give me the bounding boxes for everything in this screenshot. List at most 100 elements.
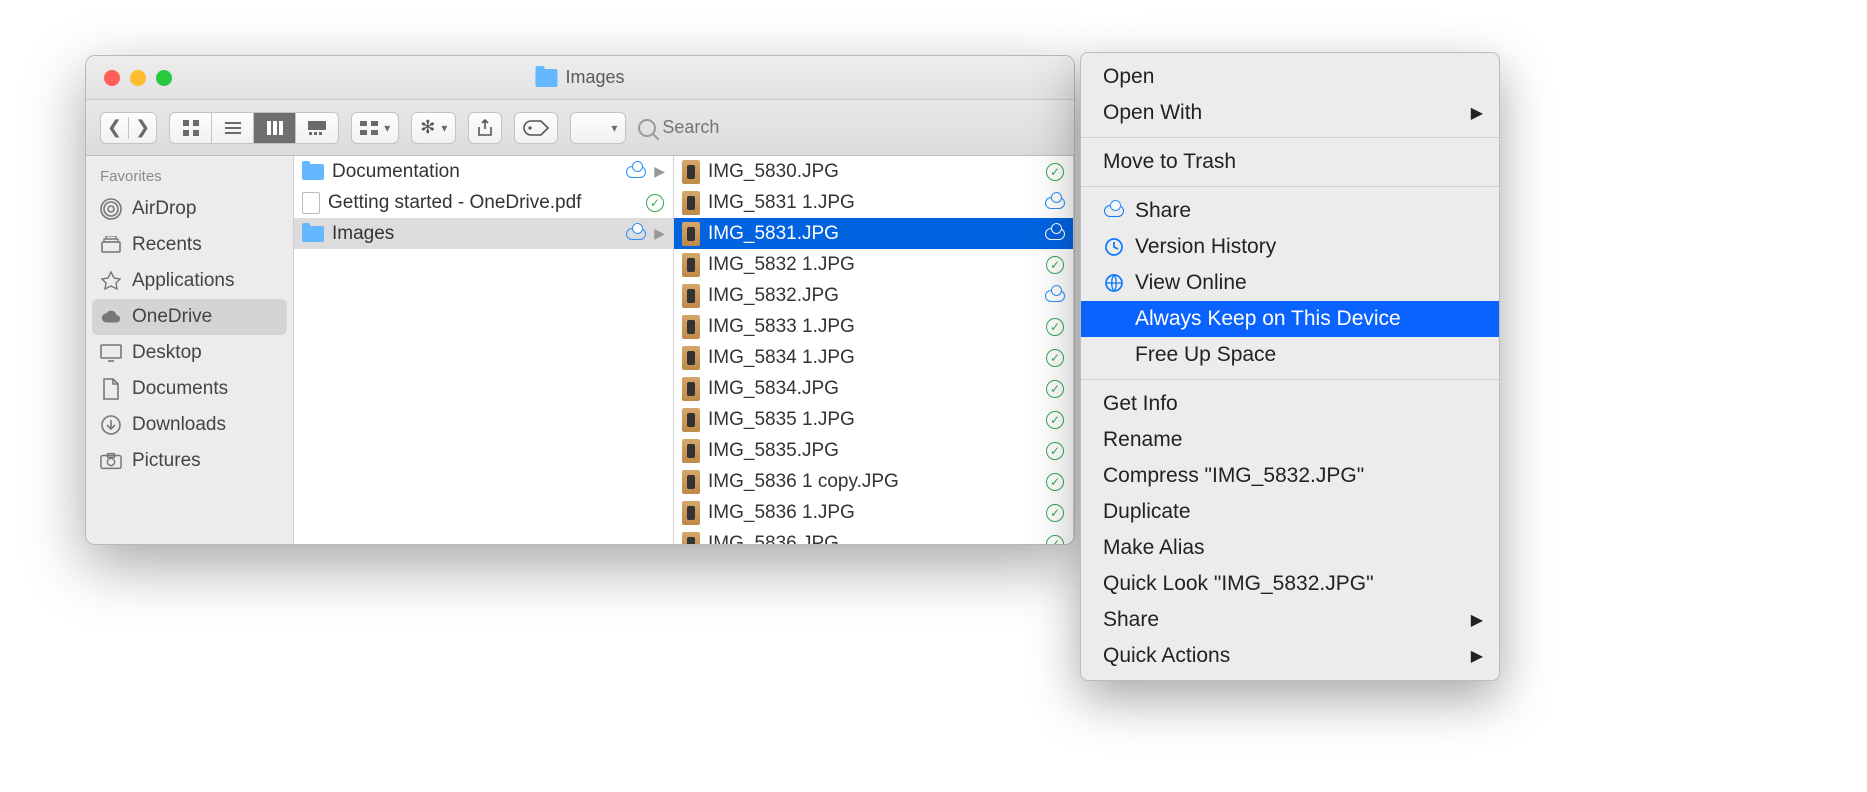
synced-check-icon: ✓ — [1045, 534, 1065, 545]
file-row[interactable]: IMG_5836 1 copy.JPG✓ — [674, 466, 1073, 497]
ctx-view-online[interactable]: View Online — [1081, 265, 1499, 301]
file-row[interactable]: IMG_5830.JPG ✓ — [674, 156, 1073, 187]
file-row[interactable]: IMG_5834.JPG✓ — [674, 373, 1073, 404]
file-name: IMG_5832 1.JPG — [708, 254, 1037, 276]
cloud-icon — [1045, 286, 1065, 306]
cloud-icon — [626, 162, 646, 182]
tags-button[interactable] — [514, 112, 558, 144]
file-name: IMG_5832.JPG — [708, 285, 1037, 307]
sidebar-item-label: Applications — [132, 270, 234, 292]
synced-check-icon: ✓ — [1045, 379, 1065, 399]
image-thumbnail — [682, 191, 700, 215]
sidebar-item-applications[interactable]: Applications — [86, 263, 293, 299]
cloud-icon — [1103, 205, 1125, 217]
chevron-right-icon: ▶ — [654, 225, 665, 242]
ctx-free-space[interactable]: Free Up Space — [1081, 337, 1499, 373]
file-row[interactable]: IMG_5836.JPG✓ — [674, 528, 1073, 544]
image-thumbnail — [682, 439, 700, 463]
gear-icon: ✻ — [420, 117, 435, 138]
separator — [1081, 137, 1499, 138]
ctx-share-cloud[interactable]: Share — [1081, 193, 1499, 229]
sidebar-item-airdrop[interactable]: AirDrop — [86, 191, 293, 227]
maximize-button[interactable] — [156, 70, 172, 86]
ctx-open-with[interactable]: Open With▶ — [1081, 95, 1499, 131]
file-name: IMG_5830.JPG — [708, 161, 1037, 183]
ctx-always-keep[interactable]: Always Keep on This Device — [1081, 301, 1499, 337]
forward-button[interactable]: ❯ — [129, 117, 156, 138]
ctx-share[interactable]: Share▶ — [1081, 602, 1499, 638]
toolbar: ❮ ❯ ▾ ✻▾ ▾ — [86, 100, 1074, 156]
arrange-button[interactable]: ▾ — [351, 112, 399, 144]
view-icon-columns[interactable] — [254, 113, 296, 143]
synced-check-icon: ✓ — [1045, 162, 1065, 182]
search-input[interactable] — [662, 117, 732, 138]
ctx-duplicate[interactable]: Duplicate — [1081, 494, 1499, 530]
ctx-trash[interactable]: Move to Trash — [1081, 144, 1499, 180]
file-name: Getting started - OneDrive.pdf — [328, 192, 637, 214]
file-row[interactable]: IMG_5831 1.JPG — [674, 187, 1073, 218]
action-button[interactable]: ✻▾ — [411, 112, 456, 144]
minimize-button[interactable] — [130, 70, 146, 86]
search-icon — [638, 119, 656, 137]
search-field — [638, 117, 732, 138]
pictures-icon — [100, 451, 122, 471]
ctx-quick-look[interactable]: Quick Look "IMG_5832.JPG" — [1081, 566, 1499, 602]
sidebar-item-downloads[interactable]: Downloads — [86, 407, 293, 443]
back-button[interactable]: ❮ — [101, 117, 128, 138]
pdf-icon — [302, 192, 320, 214]
image-thumbnail — [682, 346, 700, 370]
sidebar-item-label: Documents — [132, 378, 228, 400]
view-mode-segment — [169, 112, 339, 144]
view-icon-grid[interactable] — [170, 113, 212, 143]
image-thumbnail — [682, 315, 700, 339]
window-title-text: Images — [565, 67, 624, 88]
sidebar-item-pictures[interactable]: Pictures — [86, 443, 293, 479]
ctx-compress[interactable]: Compress "IMG_5832.JPG" — [1081, 458, 1499, 494]
file-row[interactable]: IMG_5832 1.JPG✓ — [674, 249, 1073, 280]
applications-icon — [100, 271, 122, 291]
sidebar-item-onedrive[interactable]: OneDrive — [92, 299, 287, 335]
cloud-icon — [100, 307, 122, 327]
view-icon-list[interactable] — [212, 113, 254, 143]
separator — [1081, 186, 1499, 187]
sidebar-item-documents[interactable]: Documents — [86, 371, 293, 407]
view-icon-gallery[interactable] — [296, 113, 338, 143]
file-row[interactable]: IMG_5835 1.JPG✓ — [674, 404, 1073, 435]
traffic-lights — [104, 70, 172, 86]
file-name: IMG_5833 1.JPG — [708, 316, 1037, 338]
sidebar-item-recents[interactable]: Recents — [86, 227, 293, 263]
ctx-get-info[interactable]: Get Info — [1081, 386, 1499, 422]
ctx-open[interactable]: Open — [1081, 59, 1499, 95]
file-row[interactable]: IMG_5834 1.JPG✓ — [674, 342, 1073, 373]
file-row[interactable]: IMG_5833 1.JPG ✓ — [674, 311, 1073, 342]
file-row[interactable]: Images▶ — [294, 218, 673, 249]
sidebar-item-label: Downloads — [132, 414, 226, 436]
separator — [1081, 379, 1499, 380]
submenu-arrow-icon: ▶ — [1471, 103, 1483, 123]
file-row[interactable]: Documentation▶ — [294, 156, 673, 187]
synced-check-icon: ✓ — [1045, 410, 1065, 430]
file-row[interactable]: Getting started - OneDrive.pdf✓ — [294, 187, 673, 218]
share-button[interactable] — [468, 112, 502, 144]
image-thumbnail — [682, 284, 700, 308]
synced-check-icon: ✓ — [1045, 472, 1065, 492]
chevron-down-icon: ▾ — [384, 121, 390, 135]
close-button[interactable] — [104, 70, 120, 86]
image-thumbnail — [682, 160, 700, 184]
image-thumbnail — [682, 408, 700, 432]
file-row[interactable]: IMG_5835.JPG✓ — [674, 435, 1073, 466]
ctx-quick-actions[interactable]: Quick Actions▶ — [1081, 638, 1499, 674]
dropdown-button[interactable]: ▾ — [570, 112, 626, 144]
file-row[interactable]: IMG_5836 1.JPG✓ — [674, 497, 1073, 528]
sidebar-item-desktop[interactable]: Desktop — [86, 335, 293, 371]
synced-check-icon: ✓ — [1045, 317, 1065, 337]
ctx-rename[interactable]: Rename — [1081, 422, 1499, 458]
file-row[interactable]: IMG_5832.JPG — [674, 280, 1073, 311]
image-thumbnail — [682, 470, 700, 494]
file-name: IMG_5831 1.JPG — [708, 192, 1037, 214]
ctx-version-history[interactable]: Version History — [1081, 229, 1499, 265]
file-row[interactable]: IMG_5831.JPG — [674, 218, 1073, 249]
history-icon — [1103, 237, 1125, 257]
share-icon — [477, 119, 493, 137]
ctx-make-alias[interactable]: Make Alias — [1081, 530, 1499, 566]
